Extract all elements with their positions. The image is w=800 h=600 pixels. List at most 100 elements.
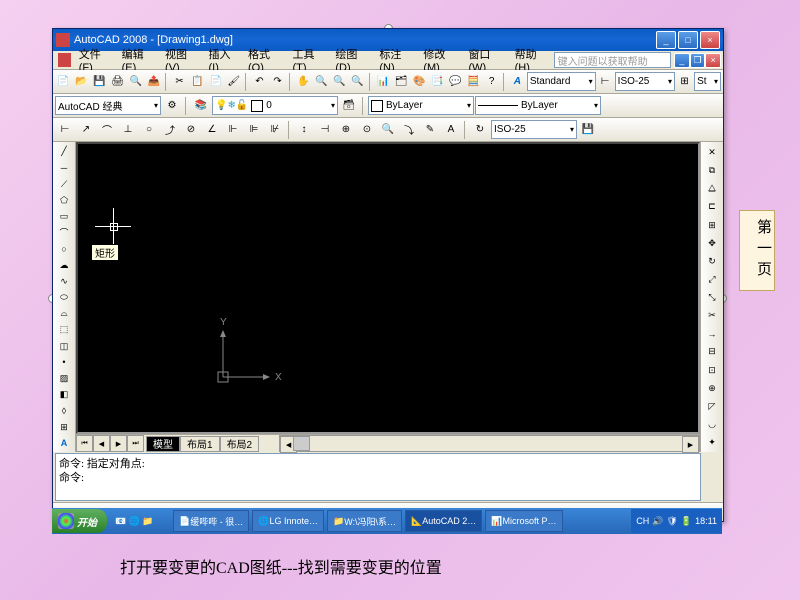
dim-style-control[interactable]: ISO-25 bbox=[491, 120, 577, 139]
linetype-dropdown[interactable]: ByLayer bbox=[475, 96, 601, 115]
doc-restore-button[interactable]: ❐ bbox=[690, 53, 706, 68]
tab-next-button[interactable]: ▶ bbox=[110, 435, 127, 452]
quick-launch[interactable]: 📧 🌐 📁 bbox=[110, 511, 170, 531]
match-icon[interactable]: 🖌 bbox=[225, 72, 242, 92]
dim-radius-icon[interactable]: ○ bbox=[139, 120, 159, 140]
hatch-icon[interactable]: ▨ bbox=[54, 371, 74, 386]
tolerance-icon[interactable]: ⊕ bbox=[336, 120, 356, 140]
sheet-set-icon[interactable]: 📑 bbox=[429, 72, 446, 92]
line-icon[interactable]: ╱ bbox=[54, 144, 74, 159]
xline-icon[interactable]: ─ bbox=[54, 160, 74, 175]
tray-icon-3[interactable]: 🔋 bbox=[681, 516, 692, 527]
revcloud-icon[interactable]: ☁ bbox=[54, 257, 74, 272]
dim-angular-icon[interactable]: ∠ bbox=[202, 120, 222, 140]
close-button[interactable]: × bbox=[700, 31, 720, 49]
dim-quick-icon[interactable]: ⊩ bbox=[223, 120, 243, 140]
gradient-icon[interactable]: ◧ bbox=[54, 387, 74, 402]
extend-icon[interactable]: → bbox=[702, 325, 722, 342]
command-window[interactable]: 命令: 指定对角点: 命令: bbox=[55, 453, 701, 501]
mtext-icon[interactable]: A bbox=[54, 436, 74, 451]
help-icon[interactable]: ? bbox=[483, 72, 500, 92]
center-mark-icon[interactable]: ⊙ bbox=[357, 120, 377, 140]
circle-icon[interactable]: ○ bbox=[54, 241, 74, 256]
tray-icon-2[interactable]: 🛡 bbox=[666, 516, 677, 527]
task-item-1[interactable]: 📄 缓哔哔 - 很… bbox=[173, 510, 249, 532]
table-icon[interactable]: ⊞ bbox=[54, 419, 74, 434]
rotate-icon[interactable]: ↻ bbox=[702, 253, 722, 270]
move-icon[interactable]: ✥ bbox=[702, 235, 722, 252]
scale-icon[interactable]: ⤢ bbox=[702, 271, 722, 288]
dim-style-dropdown[interactable]: ISO-25 bbox=[615, 72, 675, 91]
chamfer-icon[interactable]: ◸ bbox=[702, 398, 722, 415]
system-tray[interactable]: CH 🔊 🛡 🔋 18:11 bbox=[631, 509, 722, 533]
table-style-icon[interactable]: ⊞ bbox=[676, 72, 693, 92]
dim-ordinate-icon[interactable]: ⊥ bbox=[118, 120, 138, 140]
layout2-tab[interactable]: 布局2 bbox=[220, 436, 260, 452]
copy-obj-icon[interactable]: ⧉ bbox=[702, 162, 722, 179]
model-tab[interactable]: 模型 bbox=[146, 436, 180, 452]
trim-icon[interactable]: ✂ bbox=[702, 307, 722, 324]
layer-states-icon[interactable]: 🗃 bbox=[339, 96, 359, 116]
dim-diameter-icon[interactable]: ⊘ bbox=[181, 120, 201, 140]
copy-icon[interactable]: 📋 bbox=[189, 72, 206, 92]
text-style-dropdown[interactable]: Standard bbox=[527, 72, 596, 91]
spline-icon[interactable]: ∿ bbox=[54, 274, 74, 289]
tab-last-button[interactable]: ⏭ bbox=[127, 435, 144, 452]
print-icon[interactable]: 🖨 bbox=[109, 72, 126, 92]
break-icon[interactable]: ⊡ bbox=[702, 362, 722, 379]
pan-icon[interactable]: ✋ bbox=[295, 72, 312, 92]
document-icon[interactable] bbox=[58, 53, 71, 67]
dim-style-icon[interactable]: ⊢ bbox=[597, 72, 614, 92]
minimize-button[interactable]: _ bbox=[656, 31, 676, 49]
paste-icon[interactable]: 📄 bbox=[207, 72, 224, 92]
doc-minimize-button[interactable]: _ bbox=[674, 53, 690, 68]
ellipse-icon[interactable]: ⬭ bbox=[54, 290, 74, 305]
dim-jogged-icon[interactable]: ⤴ bbox=[160, 120, 180, 140]
offset-icon[interactable]: ⊏ bbox=[702, 198, 722, 215]
horizontal-scrollbar[interactable]: ◀▶ bbox=[279, 435, 700, 452]
drawing-canvas[interactable]: 矩形 X Y bbox=[76, 142, 700, 434]
zoom-window-icon[interactable]: 🔍 bbox=[331, 72, 348, 92]
redo-icon[interactable]: ↷ bbox=[269, 72, 286, 92]
mirror-icon[interactable]: ⧋ bbox=[702, 180, 722, 197]
layout1-tab[interactable]: 布局1 bbox=[180, 436, 220, 452]
dim-edit-icon[interactable]: ✎ bbox=[420, 120, 440, 140]
explode-icon[interactable]: ✦ bbox=[702, 434, 722, 451]
workspace-settings-icon[interactable]: ⚙ bbox=[162, 96, 182, 116]
erase-icon[interactable]: ✕ bbox=[702, 144, 722, 161]
task-item-2[interactable]: 🌐 LG Innote… bbox=[252, 510, 324, 532]
join-icon[interactable]: ⊕ bbox=[702, 380, 722, 397]
color-dropdown[interactable]: ByLayer bbox=[368, 96, 474, 115]
calc-icon[interactable]: 🧮 bbox=[465, 72, 482, 92]
dim-continue-icon[interactable]: ⊮ bbox=[265, 120, 285, 140]
task-item-5[interactable]: 📊 Microsoft P… bbox=[485, 510, 562, 532]
help-search-box[interactable]: 键入问题以获取帮助 bbox=[554, 52, 671, 68]
stretch-icon[interactable]: ⤡ bbox=[702, 289, 722, 306]
doc-close-button[interactable]: × bbox=[705, 53, 721, 68]
tray-icon-1[interactable]: 🔊 bbox=[652, 516, 663, 527]
array-icon[interactable]: ⊞ bbox=[702, 217, 722, 234]
dim-style-save-icon[interactable]: 💾 bbox=[578, 120, 598, 140]
workspace-dropdown[interactable]: AutoCAD 经典 bbox=[55, 96, 161, 115]
polyline-icon[interactable]: ⟋ bbox=[54, 176, 74, 191]
zoom-realtime-icon[interactable]: 🔍 bbox=[313, 72, 330, 92]
insert-block-icon[interactable]: ⬚ bbox=[54, 322, 74, 337]
clock[interactable]: 18:11 bbox=[695, 516, 717, 526]
markup-icon[interactable]: 💬 bbox=[447, 72, 464, 92]
dim-arc-icon[interactable]: ⌒ bbox=[97, 120, 117, 140]
open-icon[interactable]: 📂 bbox=[73, 72, 90, 92]
point-icon[interactable]: • bbox=[54, 355, 74, 370]
make-block-icon[interactable]: ◫ bbox=[54, 338, 74, 353]
preview-icon[interactable]: 🔍 bbox=[127, 72, 144, 92]
dim-break-icon[interactable]: ⊣ bbox=[315, 120, 335, 140]
inspect-icon[interactable]: 🔍 bbox=[378, 120, 398, 140]
task-item-4[interactable]: 📐 AutoCAD 2… bbox=[405, 510, 482, 532]
region-icon[interactable]: ◊ bbox=[54, 403, 74, 418]
std-dropdown[interactable]: St bbox=[694, 72, 721, 91]
jog-line-icon[interactable]: ⤵ bbox=[399, 120, 419, 140]
undo-icon[interactable]: ↶ bbox=[251, 72, 268, 92]
dim-update-icon[interactable]: ↻ bbox=[470, 120, 490, 140]
language-indicator[interactable]: CH bbox=[636, 516, 649, 526]
tab-prev-button[interactable]: ◀ bbox=[93, 435, 110, 452]
maximize-button[interactable]: □ bbox=[678, 31, 698, 49]
